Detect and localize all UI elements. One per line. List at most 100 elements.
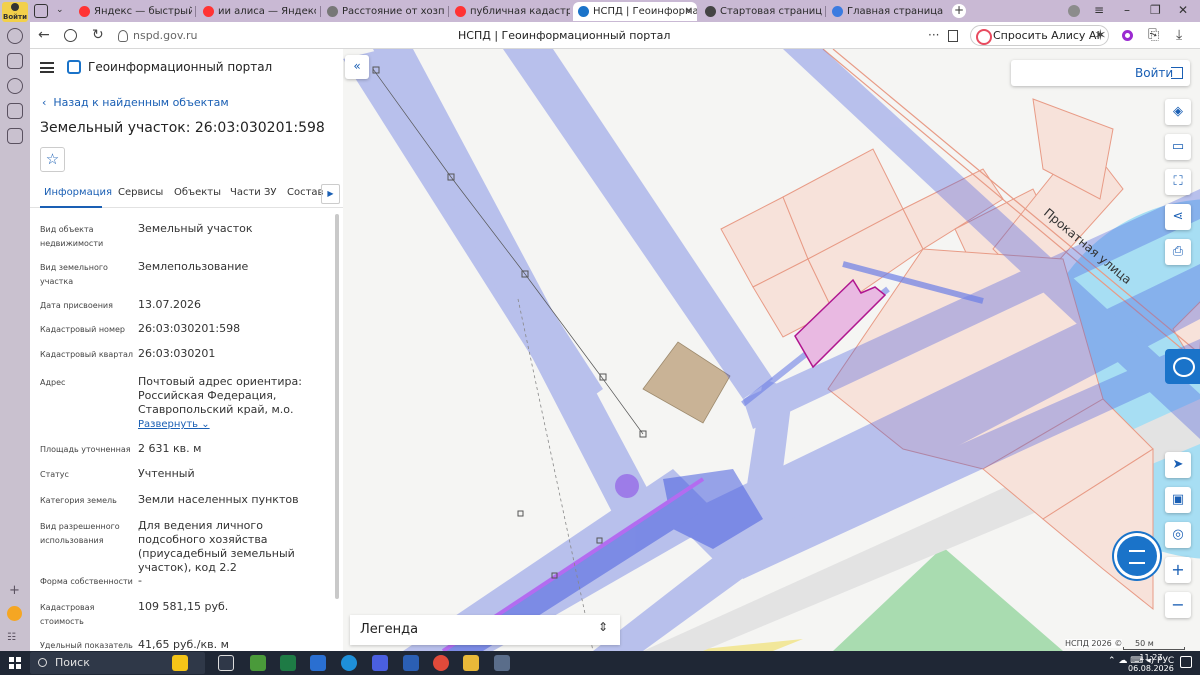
tabs-next-icon[interactable]: ▶	[321, 184, 340, 204]
share-icon[interactable]: ⋖	[1165, 204, 1191, 230]
menu-icon[interactable]	[40, 62, 54, 73]
notes-icon[interactable]	[7, 128, 23, 144]
field-label: Кадастровый номер	[40, 325, 125, 334]
field-value: 109 581,15 руб.	[138, 600, 229, 613]
chrome-icon[interactable]	[433, 655, 449, 671]
chevron-down-icon: ⌄	[198, 419, 210, 430]
edge-icon[interactable]	[341, 655, 357, 671]
field-label: Кадастровая стоимость	[40, 603, 95, 626]
url-text[interactable]: nspd.gov.ru	[133, 29, 198, 42]
mail-icon[interactable]	[310, 655, 326, 671]
share-icon[interactable]: ⎘	[1148, 27, 1159, 43]
collapse-panel-icon[interactable]: «	[345, 55, 369, 79]
tab-parts[interactable]: Части ЗУ	[230, 187, 277, 198]
minimize-icon[interactable]: –	[1124, 3, 1130, 17]
zoom-in-icon[interactable]: +	[1165, 557, 1191, 583]
bookmark-icon[interactable]	[7, 103, 23, 119]
download-icon[interactable]: ⤓	[1176, 27, 1182, 43]
tab-7[interactable]: Главная страница	[827, 2, 949, 21]
add-panel-icon[interactable]: +	[9, 583, 20, 598]
alice-icon[interactable]	[7, 606, 22, 621]
panel-scrollbar[interactable]	[335, 214, 339, 599]
tab-objects[interactable]: Объекты	[174, 187, 221, 198]
chat-bubble-icon[interactable]	[1117, 536, 1157, 576]
tab-4[interactable]: публичная кадастровая к	[450, 2, 570, 21]
notifications-icon[interactable]	[1180, 656, 1192, 668]
address-bar: ← ↻ nspd.gov.ru НСПД | Геоинформационный…	[30, 22, 1200, 49]
field-label: Дата присвоения	[40, 301, 113, 310]
legend-dropdown[interactable]: Легенда ⇕	[350, 615, 620, 645]
minimap-icon[interactable]: ▣	[1165, 487, 1191, 513]
chevron-down-icon[interactable]: ⌄	[56, 5, 64, 15]
zoom-out-icon[interactable]: −	[1165, 592, 1191, 618]
print-icon[interactable]: ⎙	[1165, 239, 1191, 265]
tab-manager-icon[interactable]	[34, 4, 48, 18]
map-canvas[interactable]: Прокатная улица	[343, 49, 1200, 651]
field-label: Форма собственности	[40, 577, 133, 586]
back-arrow-icon[interactable]: ←	[38, 27, 50, 43]
field-value: -	[138, 574, 142, 587]
layers-icon[interactable]: ◈	[1165, 99, 1191, 125]
tab-1[interactable]: Яндекс — быстрый поиск	[74, 2, 192, 21]
map-view[interactable]: Прокатная улица « Войти ◈ ▭ ⛶ ⋖ ⎙ ➤ ▣ ◎ …	[343, 49, 1200, 651]
extension-2-icon[interactable]	[1122, 30, 1133, 41]
protect-icon[interactable]	[64, 29, 77, 42]
locate-icon[interactable]: ➤	[1165, 452, 1191, 478]
reload-icon[interactable]: ↻	[92, 27, 104, 43]
yandex-browser-icon[interactable]	[494, 655, 510, 671]
tab-3[interactable]: Расстояние от хозпостро	[322, 2, 445, 21]
settings-icon[interactable]: ☷	[7, 632, 16, 643]
new-tab-icon[interactable]: +	[952, 4, 966, 18]
info-tabs: Информация Сервисы Объекты Части ЗУ Сост…	[30, 182, 343, 208]
tab-nspd-active[interactable]: НСПД | Геоинформацио✕	[573, 2, 697, 21]
area-select-icon[interactable]: ⛶	[1165, 169, 1191, 195]
search-location-icon[interactable]: ◎	[1165, 522, 1191, 548]
more-icon[interactable]: ···	[928, 28, 939, 42]
field-value: 13.07.2026	[138, 298, 201, 311]
page-title: НСПД | Геоинформационный портал	[458, 29, 671, 42]
support-chat-icon[interactable]	[1165, 349, 1200, 384]
history-icon[interactable]	[7, 28, 23, 44]
explorer-icon[interactable]	[463, 655, 479, 671]
ask-alice-button[interactable]: Спросить Алису AI	[970, 25, 1109, 46]
page-favicon-icon	[327, 6, 338, 17]
word-icon[interactable]	[403, 655, 419, 671]
excel-icon[interactable]	[280, 655, 296, 671]
field-value: Для ведения личного подсобного хозяйства…	[138, 519, 295, 574]
yandex-favicon-icon	[203, 6, 214, 17]
menu-icon[interactable]: ≡	[1094, 3, 1104, 17]
close-tab-icon[interactable]: ✕	[685, 2, 693, 21]
map-attribution: НСПД 2026 ©	[1065, 639, 1123, 648]
active-tab-indicator	[40, 206, 102, 208]
extension-icon[interactable]: ✶	[1094, 26, 1107, 44]
field-label: Вид земельного участка	[40, 263, 108, 286]
tab-6[interactable]: Стартовая страница - Ко	[700, 2, 822, 21]
map-login-button[interactable]: Войти	[1011, 60, 1190, 86]
clock[interactable]: 11:27 06.08.2026	[1128, 652, 1174, 674]
back-to-results-link[interactable]: ‹ Назад к найденным объектам	[42, 96, 229, 109]
collections-icon[interactable]	[7, 53, 23, 69]
copilot-icon[interactable]	[172, 655, 188, 671]
panel-header: Геоинформационный портал	[30, 49, 343, 87]
yandex-app-icon[interactable]	[372, 655, 388, 671]
ruler-icon[interactable]: ▭	[1165, 134, 1191, 160]
tab-info[interactable]: Информация	[44, 187, 112, 198]
profile-icon[interactable]	[1068, 5, 1080, 17]
close-window-icon[interactable]: ✕	[1178, 3, 1188, 17]
zone-point	[615, 474, 639, 498]
tab-services[interactable]: Сервисы	[118, 187, 163, 198]
field-label: Кадастровый квартал	[40, 350, 134, 359]
login-button[interactable]: Войти	[2, 2, 28, 22]
store-icon[interactable]	[250, 655, 266, 671]
favorite-star-icon[interactable]: ☆	[40, 147, 65, 172]
login-icon	[1171, 67, 1183, 79]
bookmark-page-icon[interactable]	[948, 30, 958, 42]
windows-taskbar: Поиск ⌃ ☁ ⌨ ◂) РУС 11:27 06.08.2026	[0, 651, 1200, 675]
tab-composition[interactable]: Состав	[287, 187, 323, 198]
play-icon[interactable]	[7, 78, 23, 94]
windows-start-icon[interactable]	[9, 657, 21, 669]
restore-icon[interactable]: ❐	[1150, 3, 1161, 17]
tab-2[interactable]: ии алиса — Яндекс: нашл	[198, 2, 316, 21]
task-view-icon[interactable]	[218, 655, 234, 671]
expand-address-link[interactable]: Развернуть ⌄	[138, 419, 210, 430]
